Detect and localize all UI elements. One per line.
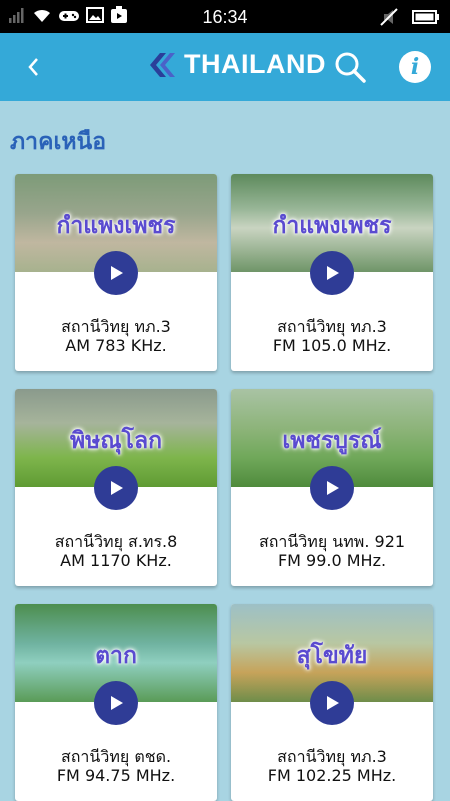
play-button[interactable] [94, 681, 138, 725]
chevron-left-icon [28, 58, 38, 76]
play-button[interactable] [94, 466, 138, 510]
region-title: ภาคเหนือ [10, 129, 107, 155]
play-button[interactable] [310, 466, 354, 510]
station-card[interactable]: ตาก สถานีวิทยุ ตชด. FM 94.75 MHz. [15, 604, 217, 801]
card-province: เพชรบูรณ์ [282, 428, 382, 454]
card-province: สุโขทัย [296, 643, 368, 669]
thailand-logo-icon [150, 52, 175, 77]
play-icon [111, 266, 123, 280]
app-bar: THAILAND i [0, 33, 450, 101]
play-icon [327, 696, 339, 710]
play-icon [111, 481, 123, 495]
info-icon: i [410, 54, 420, 80]
battery-icon [412, 10, 439, 24]
play-icon [327, 266, 339, 280]
station-card[interactable]: กำแพงเพชร สถานีวิทยุ ทภ.3 AM 783 KHz. [15, 174, 217, 371]
card-frequency: AM 783 KHz. [65, 336, 167, 355]
play-button[interactable] [310, 681, 354, 725]
station-card[interactable]: พิษณุโลก สถานีวิทยุ ส.ทร.8 AM 1170 KHz. [15, 389, 217, 586]
back-button[interactable] [18, 51, 50, 83]
card-province: กำแพงเพชร [56, 213, 176, 239]
card-frequency: FM 99.0 MHz. [277, 551, 387, 570]
app-title: THAILAND [184, 49, 326, 79]
card-province: กำแพงเพชร [272, 213, 392, 239]
card-province: ตาก [95, 643, 137, 669]
play-icon [111, 696, 123, 710]
play-button[interactable] [310, 251, 354, 295]
play-icon [327, 481, 339, 495]
station-card[interactable]: เพชรบูรณ์ สถานีวิทยุ นทพ. 921 FM 99.0 MH… [231, 389, 433, 586]
brand: THAILAND [146, 49, 326, 80]
card-frequency: FM 105.0 MHz. [272, 336, 392, 355]
card-frequency: FM 102.25 MHz. [267, 766, 397, 785]
mute-icon [380, 8, 398, 26]
info-button[interactable]: i [399, 51, 431, 83]
status-icons-right [380, 7, 440, 27]
station-card[interactable]: กำแพงเพชร สถานีวิทยุ ทภ.3 FM 105.0 MHz. [231, 174, 433, 371]
station-card[interactable]: สุโขทัย สถานีวิทยุ ทภ.3 FM 102.25 MHz. [231, 604, 433, 801]
search-button[interactable] [332, 49, 368, 85]
card-frequency: FM 94.75 MHz. [56, 766, 176, 785]
card-frequency: AM 1170 KHz. [60, 551, 172, 570]
card-province: พิษณุโลก [69, 428, 163, 454]
search-icon [335, 52, 366, 83]
play-button[interactable] [94, 251, 138, 295]
status-bar: 16:34 [0, 0, 450, 33]
